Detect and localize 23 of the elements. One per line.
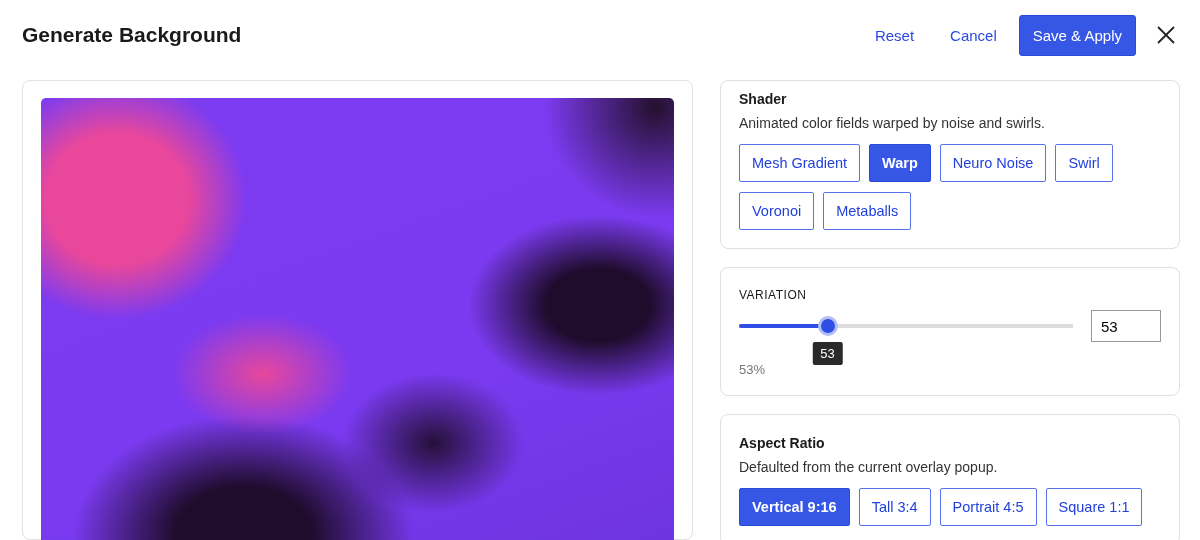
section-title: Shader	[739, 91, 788, 107]
variation-label: VARIATION	[739, 288, 808, 302]
section-title: Aspect Ratio	[739, 435, 826, 451]
section-description: Animated color fields warped by noise and swirls.	[739, 115, 1046, 131]
save-apply-button[interactable]: Save & Apply	[1018, 14, 1136, 56]
aspect-option[interactable]: Vertical 9:16	[739, 488, 850, 526]
percent-reading: 53%	[739, 362, 767, 377]
shader-option[interactable]: Warp	[869, 144, 931, 182]
number-input[interactable]: 53	[1091, 310, 1161, 342]
value-tooltip: 53	[812, 342, 843, 365]
shader-option[interactable]: Swirl	[1055, 144, 1113, 182]
text-button[interactable]: Reset	[860, 16, 929, 54]
aspect-option[interactable]: Portrait 4:5	[939, 488, 1037, 526]
section-description: Defaulted from the current overlay popup.	[739, 459, 999, 475]
dialog-title: Generate Background	[22, 23, 243, 47]
shader-option[interactable]: Neuro Noise	[939, 144, 1047, 182]
text-button[interactable]: Cancel	[936, 16, 1011, 54]
shader-option[interactable]: Mesh Gradient	[739, 144, 861, 182]
aspect-option[interactable]: Square 1:1	[1045, 488, 1143, 526]
shader-option[interactable]: Metaballs	[823, 192, 912, 230]
slider-thumb[interactable]	[817, 316, 838, 336]
aspect-option[interactable]: Tall 3:4	[858, 488, 931, 526]
shader-option[interactable]: Voronoi	[739, 192, 815, 230]
